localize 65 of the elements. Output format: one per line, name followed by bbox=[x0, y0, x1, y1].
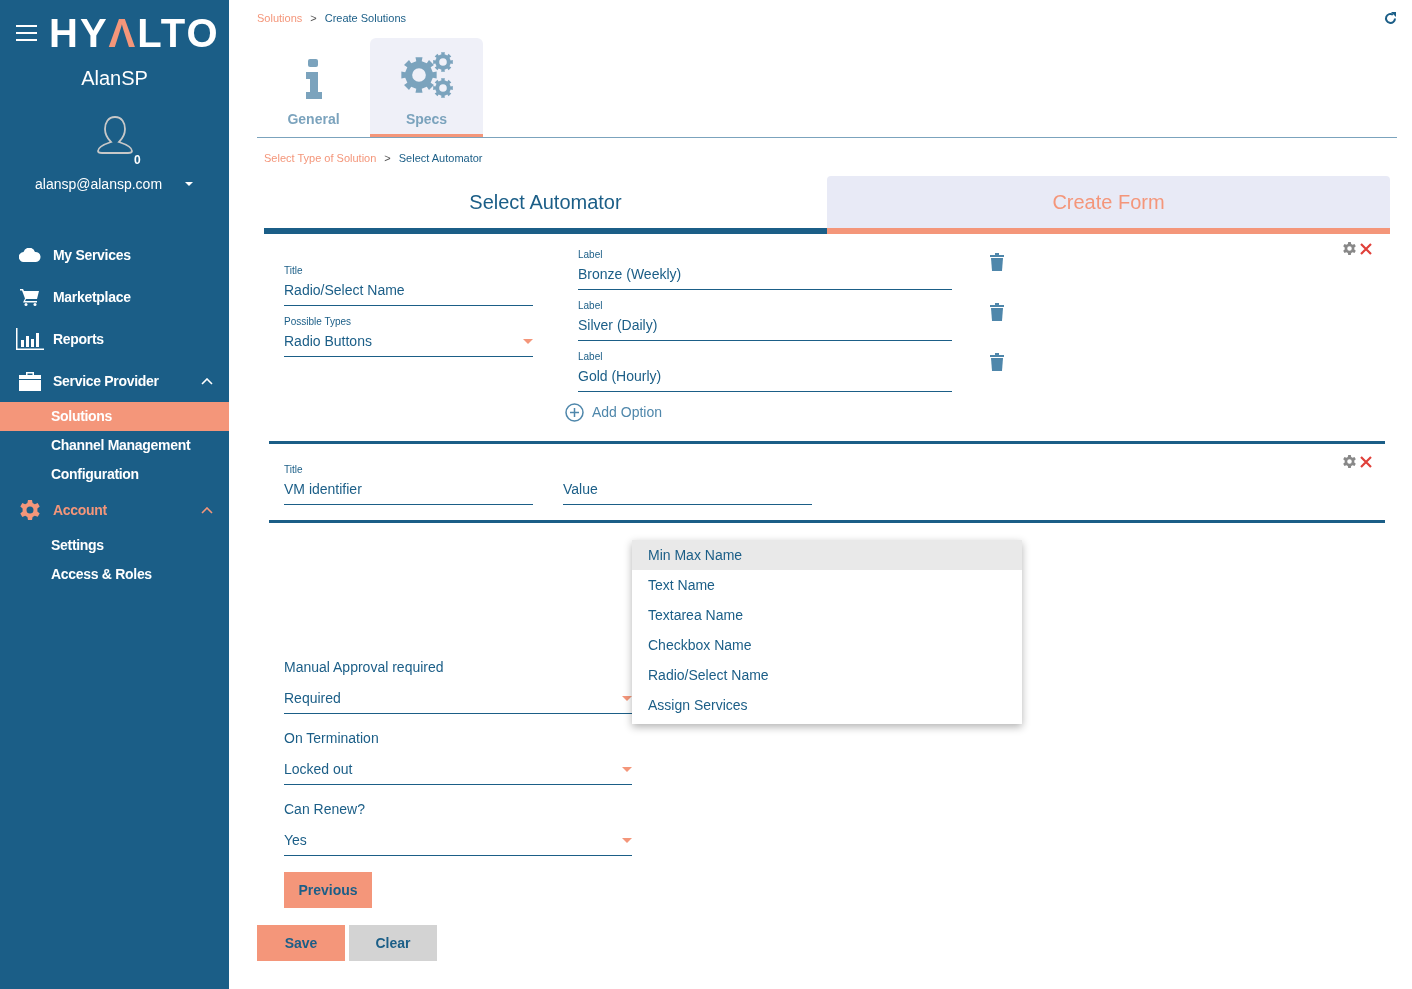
plus-circle-icon bbox=[565, 403, 584, 422]
menu-item[interactable]: Checkbox Name bbox=[632, 630, 1022, 660]
user-email: alansp@alansp.com bbox=[35, 174, 163, 194]
caret-icon bbox=[523, 339, 533, 344]
nav-item[interactable]: Service Provider bbox=[0, 360, 229, 402]
field-label: Manual Approval required bbox=[284, 658, 445, 677]
info-icon bbox=[303, 59, 324, 99]
trash-icon[interactable] bbox=[990, 353, 1004, 371]
nav-subitem[interactable]: Settings bbox=[0, 531, 229, 560]
settings-icon[interactable] bbox=[1343, 455, 1356, 468]
nav-item[interactable]: Marketplace bbox=[0, 276, 229, 318]
caret-icon bbox=[622, 838, 632, 843]
trash-icon[interactable] bbox=[990, 303, 1004, 321]
refresh-icon[interactable] bbox=[1384, 11, 1397, 25]
breadcrumb-current: Create Solutions bbox=[324, 10, 407, 26]
close-icon[interactable] bbox=[1360, 455, 1372, 468]
menu-item[interactable]: Min Max Name bbox=[632, 540, 1022, 570]
caret-icon bbox=[622, 696, 632, 701]
notification-count: 0 bbox=[134, 152, 141, 169]
caret-icon[interactable] bbox=[185, 182, 194, 186]
select-field[interactable]: Locked out bbox=[284, 756, 632, 785]
field-label: Title bbox=[284, 265, 304, 277]
secondary-button[interactable]: Clear bbox=[349, 925, 437, 961]
chart-icon bbox=[16, 328, 44, 350]
field-label: Label bbox=[578, 300, 604, 312]
menu-item[interactable]: Text Name bbox=[632, 570, 1022, 600]
close-icon[interactable] bbox=[1360, 242, 1372, 255]
add-option-button[interactable]: Add Option bbox=[565, 402, 663, 423]
input-field[interactable]: Gold (Hourly) bbox=[578, 363, 952, 392]
select-field[interactable]: Required bbox=[284, 685, 632, 714]
nav-subitem[interactable]: Configuration bbox=[0, 460, 229, 489]
input-field[interactable]: Bronze (Weekly) bbox=[578, 261, 952, 290]
user-avatar-icon[interactable] bbox=[95, 115, 134, 155]
menu-item[interactable]: Assign Services bbox=[632, 690, 1022, 720]
user-name: AlanSP bbox=[80, 66, 149, 91]
logo: HYΛLTO bbox=[49, 13, 220, 53]
field-label: Label bbox=[578, 249, 604, 261]
chevron-up-icon bbox=[201, 377, 213, 385]
settings-icon[interactable] bbox=[1343, 242, 1356, 255]
input-field[interactable]: Value bbox=[563, 476, 812, 505]
nav-subitem[interactable]: Channel Management bbox=[0, 431, 229, 460]
breadcrumb-separator: > bbox=[310, 10, 317, 26]
nav-subitem[interactable]: Access & Roles bbox=[0, 560, 229, 589]
breadcrumb-current: Select Automator bbox=[398, 151, 483, 166]
menu-item[interactable]: Radio/Select Name bbox=[632, 660, 1022, 690]
menu-icon[interactable] bbox=[16, 25, 37, 41]
nav-item[interactable]: Reports bbox=[0, 318, 229, 360]
chevron-up-icon bbox=[201, 506, 213, 514]
select-field[interactable]: Radio Buttons bbox=[284, 328, 533, 357]
caret-icon bbox=[622, 767, 632, 772]
breadcrumb-separator: > bbox=[384, 151, 391, 166]
input-field[interactable]: Radio/Select Name bbox=[284, 277, 533, 306]
field-label: On Termination bbox=[284, 729, 380, 748]
nav-item[interactable]: My Services bbox=[0, 234, 229, 276]
field-label: Possible Types bbox=[284, 316, 353, 328]
input-field[interactable]: VM identifier bbox=[284, 476, 533, 505]
field-label: Label bbox=[578, 351, 604, 363]
trash-icon[interactable] bbox=[990, 253, 1004, 271]
select-field[interactable]: Yes bbox=[284, 827, 632, 856]
input-field[interactable]: Silver (Daily) bbox=[578, 312, 952, 341]
gears-icon bbox=[398, 51, 455, 99]
briefcase-icon bbox=[16, 371, 44, 391]
field-label: Can Renew? bbox=[284, 800, 366, 819]
field-label: Title bbox=[284, 464, 304, 476]
menu-item[interactable]: Textarea Name bbox=[632, 600, 1022, 630]
